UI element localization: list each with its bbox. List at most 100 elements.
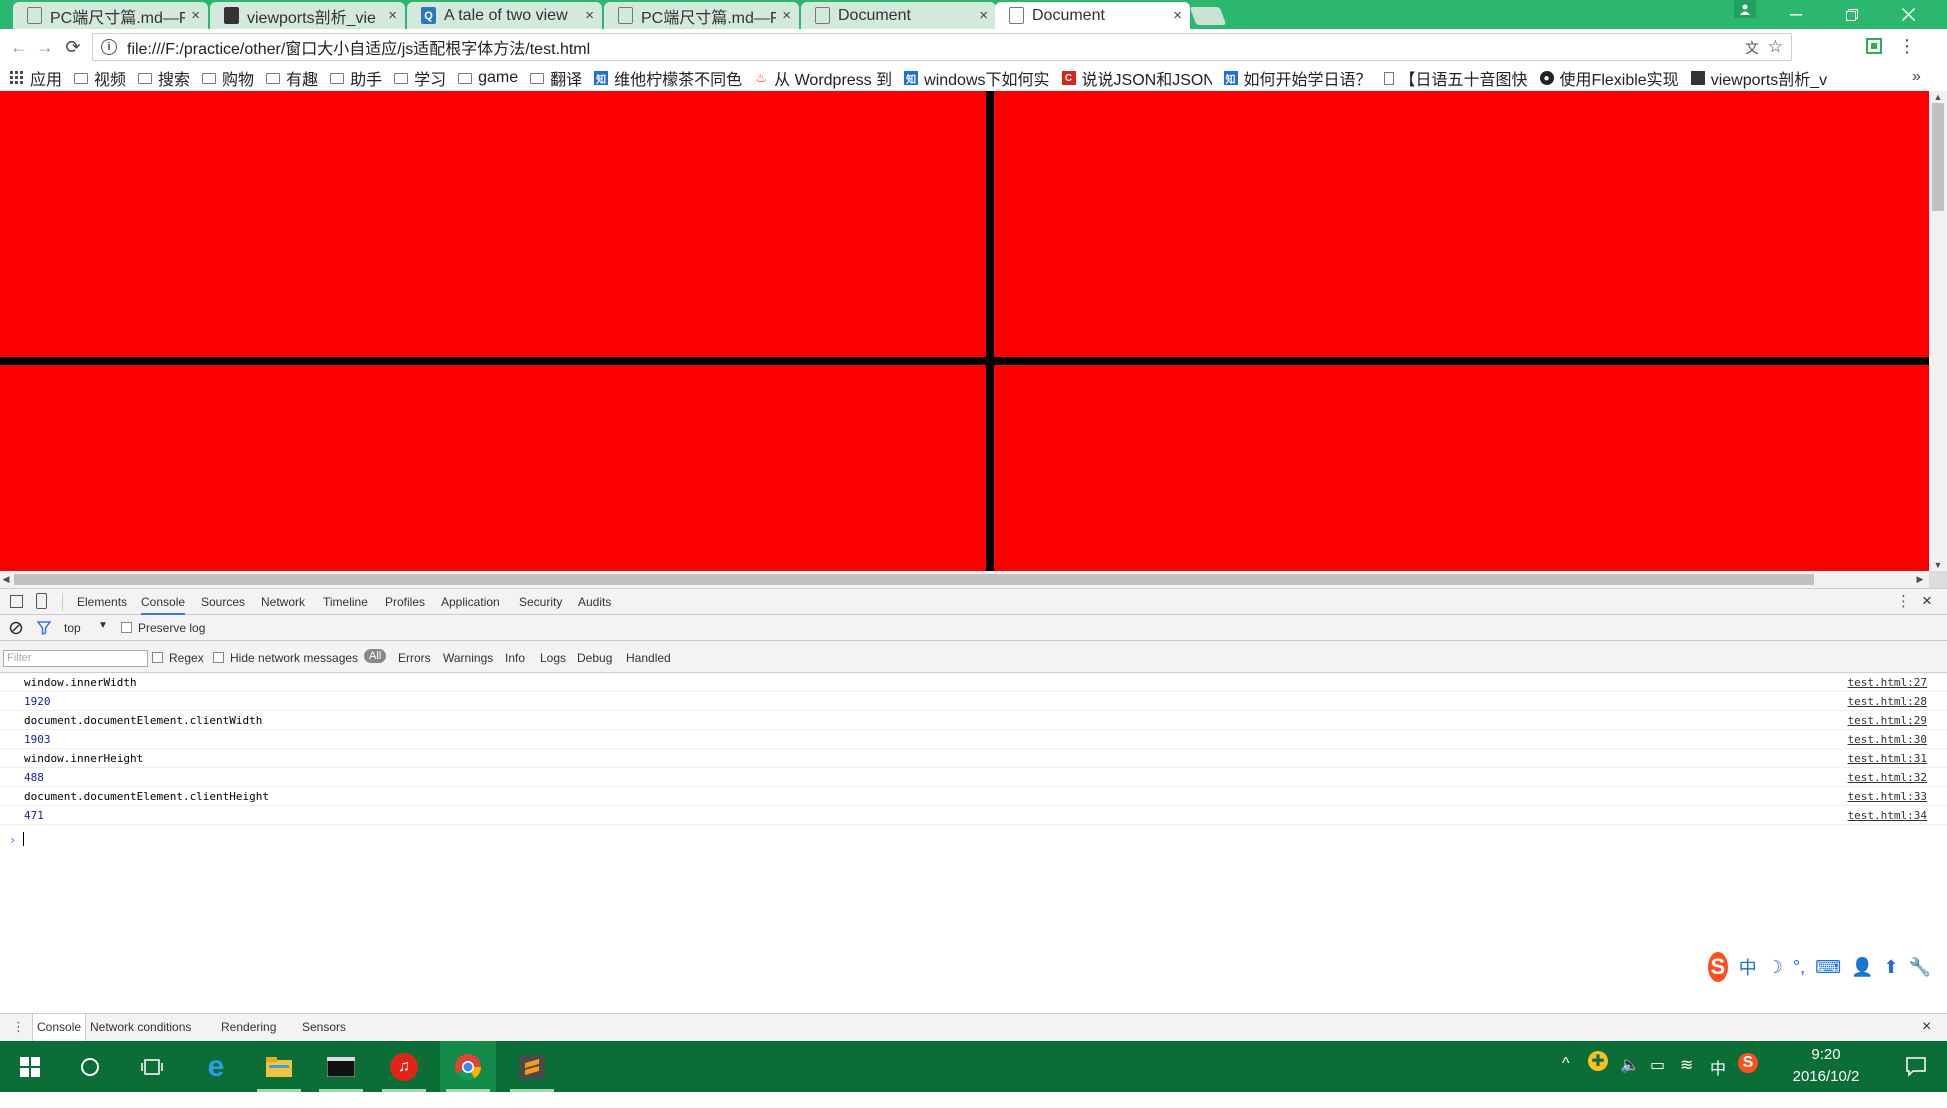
close-window-button[interactable] [1880,0,1936,29]
bookmark-flexible[interactable]: ● 使用Flexible实现 [1539,66,1679,90]
horizontal-scroll-thumb[interactable] [14,574,1814,585]
minimize-button[interactable] [1768,0,1824,29]
volume-icon[interactable]: 🔈 [1620,1055,1640,1075]
level-handled-button[interactable]: Handled [626,651,671,665]
scroll-right-icon[interactable]: ▶ [1914,571,1926,588]
console-input[interactable] [23,832,24,846]
tab-tale-of-two-viewports[interactable]: Q A tale of two view × [407,2,602,29]
url-text[interactable]: file:///F:/practice/other/窗口大小自适应/js适配根字… [127,35,590,59]
regex-checkbox[interactable] [152,652,163,663]
bookmark-japanese-kana[interactable]: 【日语五十音图快 [1383,66,1528,90]
bookmark-zhihu-japanese[interactable]: 知如何开始学日语？ [1223,66,1372,90]
chrome-menu-icon[interactable]: ⋮ [1898,36,1916,57]
close-icon[interactable]: × [585,7,594,24]
cortana-search-button[interactable] [62,1041,118,1092]
tab-sources[interactable]: Sources [201,589,245,615]
drawer-tab-network-conditions[interactable]: Network conditions [90,1014,191,1041]
reload-button[interactable]: ⟳ [60,33,86,61]
bookmark-folder-shopping[interactable]: 购物 [202,66,254,90]
info-icon[interactable]: i [101,39,117,55]
close-icon[interactable]: × [191,7,200,24]
network-icon[interactable]: ≋ [1680,1055,1693,1075]
scroll-up-icon[interactable]: ▲ [1929,91,1947,103]
level-warnings-button[interactable]: Warnings [443,651,493,665]
tab-viewports[interactable]: viewports剖析_vie × [210,2,405,29]
tab-document-active[interactable]: Document × [995,2,1190,29]
punctuation-icon[interactable]: °, [1793,957,1805,978]
user-icon[interactable]: 👤 [1851,957,1873,978]
bookmark-folder-search[interactable]: 搜索 [138,66,190,90]
bookmark-apps[interactable]: 应用 [10,66,62,90]
tab-pc-size-2[interactable]: PC端尺寸篇.md—F × [604,2,799,29]
close-icon[interactable]: × [388,7,397,24]
source-link[interactable]: test.html:30 [1848,733,1927,746]
bookmark-folder-translate[interactable]: 翻译 [530,66,582,90]
tab-pc-size-1[interactable]: PC端尺寸篇.md—F × [13,2,208,29]
tab-profiles[interactable]: Profiles [385,589,425,615]
vertical-scroll-thumb[interactable] [1932,103,1944,211]
moon-icon[interactable]: ☽ [1767,957,1783,978]
devtools-close-icon[interactable]: × [1922,591,1932,611]
bookmark-zhihu-lemon-tea[interactable]: 知维他柠檬茶不同色 [594,66,742,90]
inspect-element-icon[interactable] [10,595,23,608]
tab-security[interactable]: Security [519,589,562,615]
level-debug-button[interactable]: Debug [577,651,612,665]
edge-browser-button[interactable]: e [188,1041,244,1092]
bookmark-json[interactable]: C 说说JSON和JSON [1061,66,1212,90]
wrench-icon[interactable]: 🔧 [1909,957,1931,978]
new-tab-button[interactable] [1189,7,1227,25]
ime-mode-button[interactable]: 中 [1739,954,1757,980]
profile-icon[interactable] [1734,0,1756,18]
file-explorer-button[interactable] [251,1041,307,1092]
input-language-icon[interactable]: 中 [1710,1055,1726,1079]
extension-icon[interactable] [1866,38,1882,54]
address-bar[interactable]: i file:///F:/practice/other/窗口大小自适应/js适配… [92,33,1792,61]
netease-music-button[interactable]: ♫ [376,1041,432,1092]
tab-timeline[interactable]: Timeline [323,589,368,615]
context-selector[interactable]: top [64,621,81,635]
tab-document-1[interactable]: Document × [801,2,996,29]
drawer-menu-icon[interactable]: ⋮ [12,1019,25,1035]
scroll-left-icon[interactable]: ◀ [0,571,12,588]
drawer-tab-rendering[interactable]: Rendering [221,1014,276,1041]
restore-button[interactable] [1824,0,1880,29]
bookmark-folder-study[interactable]: 学习 [394,66,446,90]
source-link[interactable]: test.html:28 [1848,695,1927,708]
chrome-button[interactable] [440,1041,496,1092]
device-toolbar-icon[interactable] [36,593,47,609]
tab-audits[interactable]: Audits [578,589,611,615]
sublime-text-button[interactable] [504,1041,560,1092]
close-icon[interactable]: × [979,7,988,24]
security-app-icon[interactable]: ✚ [1588,1051,1608,1071]
bookmark-viewports[interactable]: viewports剖析_v [1690,66,1827,90]
source-link[interactable]: test.html:34 [1848,809,1927,822]
filter-input[interactable]: Filter [3,650,148,667]
close-icon[interactable]: × [1173,7,1182,24]
action-center-button[interactable] [1888,1041,1944,1092]
bookmark-folder-video[interactable]: 视频 [74,66,126,90]
bookmark-folder-fun[interactable]: 有趣 [266,66,318,90]
level-info-button[interactable]: Info [505,651,525,665]
drawer-close-icon[interactable]: × [1922,1018,1931,1036]
hide-network-checkbox[interactable] [213,652,224,663]
source-link[interactable]: test.html:31 [1848,752,1927,765]
bookmark-folder-game[interactable]: game [458,69,518,87]
bookmark-zhihu-windows[interactable]: 知 windows下如何实 [904,66,1050,90]
source-link[interactable]: test.html:27 [1848,676,1927,689]
star-icon[interactable]: ☆ [1768,37,1783,57]
back-button[interactable]: ← [6,33,32,61]
tab-console[interactable]: Console [141,589,186,615]
devtools-menu-icon[interactable]: ⋮ [1896,592,1911,610]
drawer-tab-sensors[interactable]: Sensors [302,1014,346,1041]
tab-network[interactable]: Network [261,589,305,615]
filter-icon[interactable] [37,621,51,635]
sogou-tray-icon[interactable]: S [1738,1053,1758,1073]
source-link[interactable]: test.html:29 [1848,714,1927,727]
source-link[interactable]: test.html:32 [1848,771,1927,784]
forward-button[interactable]: → [32,33,58,61]
bookmarks-overflow-icon[interactable]: » [1912,68,1921,86]
preserve-log-checkbox[interactable] [121,622,132,633]
tab-elements[interactable]: Elements [77,589,127,615]
show-hidden-icons[interactable]: ^ [1562,1055,1570,1073]
bookmark-wordpress[interactable]: ♨ 从 Wordpress 到 [754,66,892,90]
